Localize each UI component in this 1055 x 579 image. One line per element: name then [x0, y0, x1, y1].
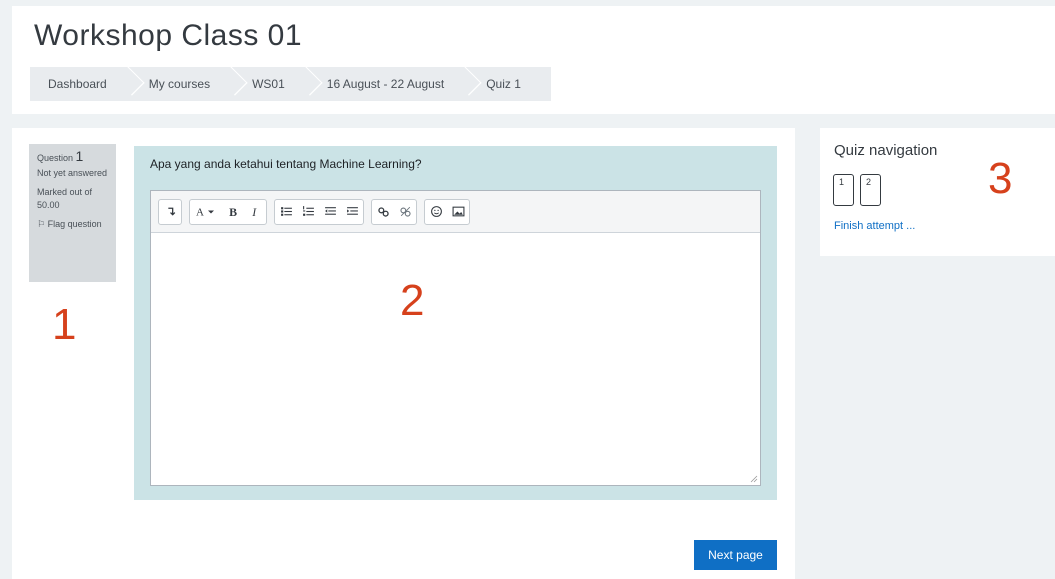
italic-icon[interactable]: I [244, 200, 266, 224]
breadcrumb-item-quiz[interactable]: Quiz 1 [468, 67, 537, 101]
question-grade: Marked out of 50.00 [37, 187, 93, 210]
outdent-icon[interactable] [319, 200, 341, 224]
editor-toolbar: A B I [151, 191, 760, 233]
finish-attempt-link[interactable]: Finish attempt ... [834, 220, 915, 232]
annotation-number: 2 [400, 276, 425, 325]
breadcrumb-item-course[interactable]: WS01 [234, 67, 301, 101]
question-formulation: Apa yang anda ketahui tentang Machine Le… [134, 146, 777, 500]
flag-question-label: Flag question [47, 219, 102, 229]
link-icon[interactable] [372, 200, 394, 224]
quiz-nav-page-button[interactable]: 2 [860, 174, 881, 206]
question-number: 1 [75, 148, 84, 164]
annotation-number: 1 [52, 300, 77, 349]
quiz-navigation-buttons: 1 2 [833, 174, 887, 206]
question-number-label: Question [37, 153, 74, 163]
next-page-button[interactable]: Next page [694, 540, 777, 570]
unordered-list-icon[interactable] [275, 200, 297, 224]
emoji-icon[interactable] [425, 200, 447, 224]
question-text: Apa yang anda ketahui tentang Machine Le… [150, 157, 422, 171]
breadcrumb: Dashboard My courses WS01 16 August - 22… [30, 67, 551, 101]
answer-textarea[interactable] [151, 233, 760, 485]
question-info: Question 1 Not yet answered Marked out o… [29, 144, 116, 282]
svg-text:A: A [196, 207, 204, 219]
quiz-nav-page-button[interactable]: 1 [833, 174, 854, 206]
indent-icon[interactable] [341, 200, 363, 224]
annotation-number: 3 [988, 154, 1013, 203]
font-style-icon[interactable]: A [190, 200, 222, 224]
breadcrumb-item-my-courses[interactable]: My courses [131, 67, 226, 101]
image-icon[interactable] [447, 200, 469, 224]
quiz-navigation-block: Quiz navigation 1 2 Finish attempt ... [820, 128, 1055, 256]
unlink-icon[interactable] [394, 200, 416, 224]
flag-question-link[interactable]: ⚐ Flag question [37, 218, 108, 231]
flag-icon: ⚐ [37, 219, 46, 229]
breadcrumb-item-dashboard[interactable]: Dashboard [30, 67, 123, 101]
bold-icon[interactable]: B [222, 200, 244, 224]
svg-text:B: B [229, 205, 237, 218]
svg-text:I: I [251, 205, 257, 218]
breadcrumb-separator [226, 67, 234, 101]
expand-icon[interactable] [159, 200, 181, 224]
breadcrumb-separator [123, 67, 131, 101]
resize-grip-icon[interactable] [750, 475, 758, 483]
question-region: Question 1 Not yet answered Marked out o… [12, 128, 795, 579]
page-header: Workshop Class 01 Dashboard My courses W… [12, 6, 1055, 114]
breadcrumb-separator [301, 67, 309, 101]
answer-editor: A B I [150, 190, 761, 486]
ordered-list-icon[interactable] [297, 200, 319, 224]
quiz-navigation-title: Quiz navigation [834, 142, 938, 159]
breadcrumb-separator [460, 67, 468, 101]
question-state: Not yet answered [37, 168, 108, 178]
page-title: Workshop Class 01 [34, 19, 303, 52]
breadcrumb-item-section[interactable]: 16 August - 22 August [309, 67, 460, 101]
